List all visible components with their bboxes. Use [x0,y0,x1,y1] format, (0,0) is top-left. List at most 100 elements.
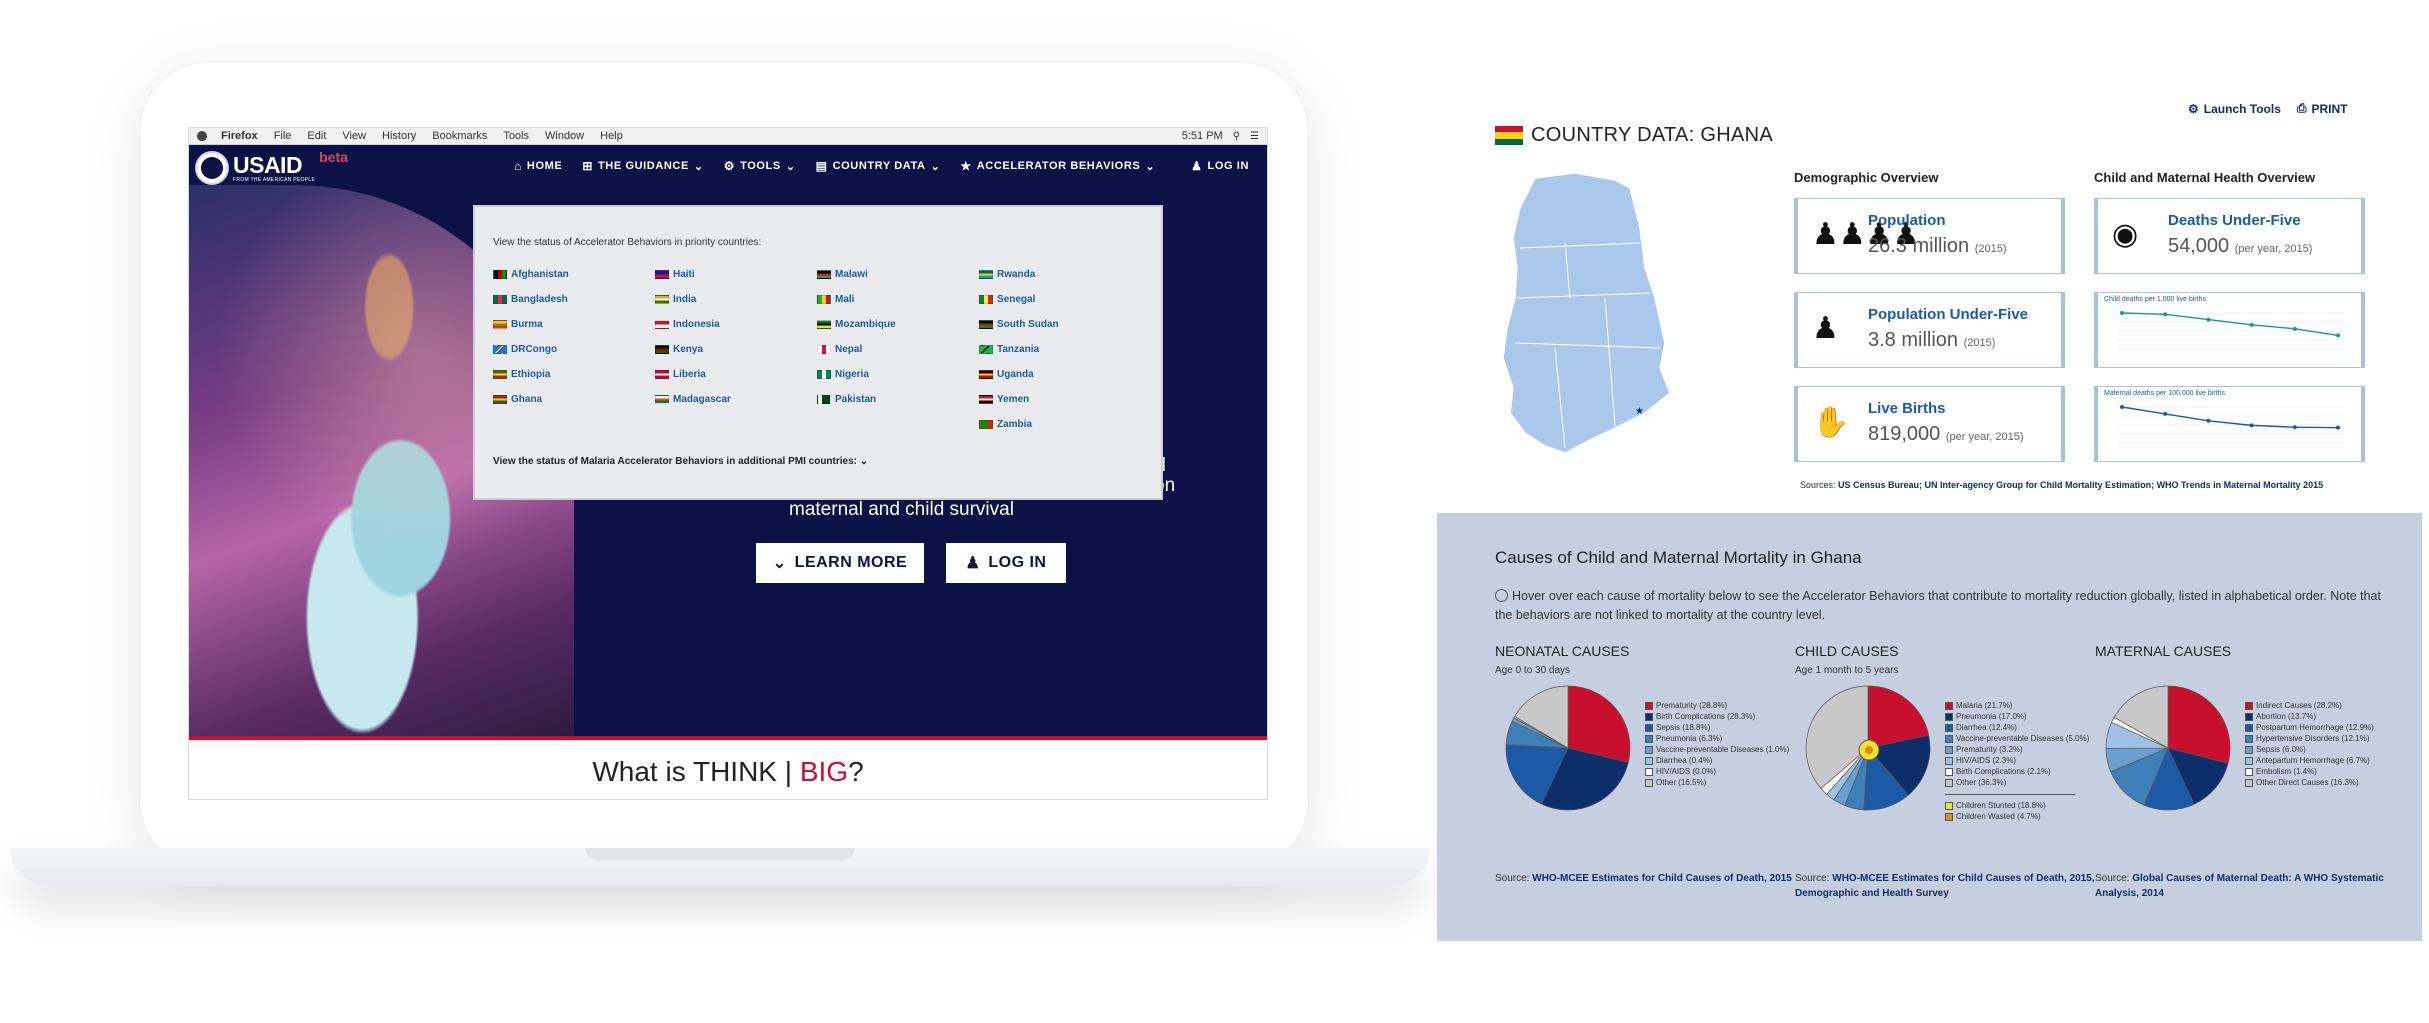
gear-icon: ⚙ [723,159,736,173]
country-link-uganda[interactable]: Uganda [979,362,1141,387]
learn-more-button[interactable]: ⌄ LEARN MORE [756,543,924,583]
data-point [2163,312,2168,317]
country-link-pakistan[interactable]: Pakistan [817,387,979,412]
child-legend: Malaria (21.7%) Pneumonia (17.0%) Diarrhea… [1945,700,2089,822]
country-link-nigeria[interactable]: Nigeria [817,362,979,387]
menu-view[interactable]: View [342,130,366,142]
country-link-nepal[interactable]: Nepal [817,337,979,362]
country-link-tanzania[interactable]: Tanzania [979,337,1141,362]
nav-guidance[interactable]: ⊞ THE GUIDANCE ⌄ [582,159,703,173]
country-link-haiti[interactable]: Haiti [655,262,817,287]
menu-tools[interactable]: Tools [503,130,529,142]
country-link-malawi[interactable]: Malawi [817,262,979,287]
menu-window[interactable]: Window [545,130,584,142]
country-link-bangladesh[interactable]: Bangladesh [493,287,655,312]
usaid-logo[interactable]: USAID FROM THE AMERICAN PEOPLE beta [195,149,348,185]
sources-links[interactable]: US Census Bureau; UN Inter-agency Group … [1838,480,2323,490]
child-deaths-chart[interactable]: Child deaths per 1,000 live births [2094,292,2365,368]
chevron-down-icon: ⌄ [772,555,787,572]
country-link-senegal[interactable]: Senegal [979,287,1141,312]
neonatal-subheading: Age 0 to 30 days [1495,665,1571,676]
overview-sources: Sources: US Census Bureau; UN Inter-agen… [1800,480,2324,490]
health-heading: Child and Maternal Health Overview [2094,170,2316,185]
maternal-pie[interactable] [2103,683,2233,813]
nav-tools[interactable]: ⚙ TOOLS ⌄ [724,159,796,173]
flag-icon [655,320,669,329]
flag-icon [817,395,831,404]
menu-edit[interactable]: Edit [307,130,326,142]
data-point [2249,322,2254,327]
menu-app[interactable]: Firefox [221,130,258,142]
user-icon: ♟ [965,555,981,572]
apple-icon[interactable] [197,131,207,141]
list-icon[interactable]: ☰ [1250,131,1259,142]
legend-item: Prematurity (28.8%) [1645,700,1789,711]
country-link-mozambique[interactable]: Mozambique [817,312,979,337]
pmi-countries-toggle[interactable]: View the status of Malaria Accelerator B… [493,456,868,467]
flag-icon [493,320,507,329]
spotlight-icon[interactable]: ⚲ [1233,131,1240,142]
neonatal-pie[interactable] [1503,683,1633,813]
maternal-deaths-sparkline [2118,405,2344,444]
country-link-burma[interactable]: Burma [493,312,655,337]
maternal-deaths-chart[interactable]: Maternal deaths per 100,000 live births [2094,386,2365,462]
stat-population[interactable]: ♟♟♟♟ Population 26.3 million (2015) [1794,198,2065,274]
country-link-india[interactable]: India [655,287,817,312]
usaid-seal-icon [195,151,229,185]
print-link[interactable]: ⎙ PRINT [2297,101,2348,116]
country-link-drcongo[interactable]: DRCongo [493,337,655,362]
legend-swatch [1645,712,1653,721]
neonatal-causes: NEONATAL CAUSES Age 0 to 30 days Prematu… [1495,643,1795,933]
child-heading: CHILD CAUSES [1795,643,1899,659]
stat-deaths-under-five[interactable]: ◉ Deaths Under-Five 54,000 (per year, 20… [2094,198,2365,274]
country-link-yemen[interactable]: Yemen [979,387,1141,412]
flag-icon [655,345,669,354]
country-link-liberia[interactable]: Liberia [655,362,817,387]
nav-country-data[interactable]: ▤ COUNTRY DATA ⌄ [816,159,941,173]
data-point [2206,317,2211,322]
stat-live-births[interactable]: ✋ Live Births 819,000 (per year, 2015) [1794,386,2065,462]
flag-icon [979,320,993,329]
legend-swatch [2245,756,2253,765]
flag-icon [493,345,507,354]
menubar-clock: 5:51 PM [1181,130,1223,142]
launch-tools-link[interactable]: ⚙ Launch Tools [2188,101,2281,116]
country-link-rwanda[interactable]: Rwanda [979,262,1141,287]
nav-login[interactable]: ♟ LOG IN [1191,159,1249,173]
stat-population-under-five[interactable]: ♟ Population Under-Five 3.8 million (201… [1794,292,2065,368]
what-is-section: What is THINK | BIG? [189,740,1267,799]
country-link-zambia[interactable]: Zambia [979,412,1141,437]
menu-history[interactable]: History [382,130,416,142]
legend-swatch [1645,723,1653,732]
chevron-down-icon: ⌄ [785,160,796,173]
child-icon: ♟ [1812,312,1839,345]
signpost-icon: ⊞ [582,159,593,173]
hero-login-button[interactable]: ♟ LOG IN [946,543,1066,583]
top-nav: ⌂ HOME ⊞ THE GUIDANCE ⌄ ⚙ TOOLS ⌄ ▤ COUNTRY DA… [514,159,1249,173]
country-link-madagascar[interactable]: Madagascar [655,387,817,412]
legend-swatch [2245,767,2253,776]
menu-file[interactable]: File [274,130,292,142]
nav-accelerator-behaviors[interactable]: ★ ACCELERATOR BEHAVIORS ⌄ [960,159,1155,173]
flag-icon [979,345,993,354]
menu-help[interactable]: Help [600,130,623,142]
country-link-afghanistan[interactable]: Afghanistan [493,262,655,287]
country-link-kenya[interactable]: Kenya [655,337,817,362]
maternal-source: Source: Global Causes of Maternal Death:… [2095,873,2384,899]
flag-icon [817,370,831,379]
legend-item: Abortion (13.7%) [2245,711,2374,722]
flag-icon [493,270,507,279]
country-link-south-sudan[interactable]: South Sudan [979,312,1141,337]
nav-home[interactable]: ⌂ HOME [514,159,562,173]
flag-icon [817,270,831,279]
menu-bookmarks[interactable]: Bookmarks [432,130,487,142]
country-link-indonesia[interactable]: Indonesia [655,312,817,337]
country-link-ghana[interactable]: Ghana [493,387,655,412]
birth-hand-icon: ✋ [1812,406,1850,439]
legend-item: Indirect Causes (28.2%) [2245,700,2374,711]
chevron-down-icon: ⌄ [930,160,941,173]
country-link-mali[interactable]: Mali [817,287,979,312]
child-pie[interactable] [1803,683,1933,813]
country-link-ethiopia[interactable]: Ethiopia [493,362,655,387]
flag-icon [817,320,831,329]
